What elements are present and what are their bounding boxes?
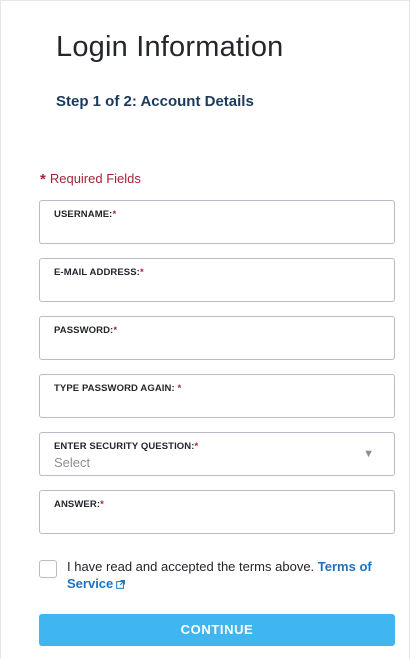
- required-star: *: [40, 171, 46, 188]
- password-input[interactable]: [53, 337, 373, 355]
- form-panel: Login Information Step 1 of 2: Account D…: [0, 0, 410, 659]
- email-input[interactable]: [53, 279, 373, 297]
- external-link-icon: [116, 580, 126, 589]
- required-fields-note: * Required Fields: [40, 171, 141, 188]
- username-input[interactable]: [53, 221, 373, 239]
- answer-label-text: ANSWER:: [54, 499, 101, 510]
- step-indicator: Step 1 of 2: Account Details: [56, 93, 254, 110]
- email-field[interactable]: E-MAIL ADDRESS:*: [39, 258, 395, 302]
- username-label: USERNAME:*: [54, 209, 116, 220]
- password-label-text: PASSWORD:: [54, 325, 114, 336]
- terms-checkbox[interactable]: [39, 560, 57, 578]
- confirm-password-label: TYPE PASSWORD AGAIN: *: [54, 383, 181, 394]
- confirm-password-label-text: TYPE PASSWORD AGAIN:: [54, 383, 178, 394]
- continue-button[interactable]: CONTINUE: [39, 614, 395, 646]
- security-question-select[interactable]: ENTER SECURITY QUESTION:* Select ▼: [39, 432, 395, 476]
- answer-field[interactable]: ANSWER:*: [39, 490, 395, 534]
- required-marker: *: [139, 267, 144, 278]
- security-question-label: ENTER SECURITY QUESTION:*: [54, 441, 198, 452]
- required-marker: *: [112, 209, 117, 220]
- email-label-text: E-MAIL ADDRESS:: [54, 267, 140, 278]
- security-question-value: Select: [54, 455, 91, 470]
- email-label: E-MAIL ADDRESS:*: [54, 267, 144, 278]
- required-fields-label: Required Fields: [49, 171, 141, 186]
- answer-input[interactable]: [53, 511, 373, 529]
- password-field[interactable]: PASSWORD:*: [39, 316, 395, 360]
- terms-text: I have read and accepted the terms above…: [67, 558, 397, 592]
- chevron-down-icon[interactable]: ▼: [363, 448, 374, 460]
- required-marker: *: [113, 325, 118, 336]
- required-marker: *: [177, 383, 182, 394]
- page-title: Login Information: [56, 31, 284, 63]
- username-field[interactable]: USERNAME:*: [39, 200, 395, 244]
- terms-statement: I have read and accepted the terms above…: [67, 559, 315, 574]
- required-marker: *: [100, 499, 104, 510]
- confirm-password-field[interactable]: TYPE PASSWORD AGAIN: *: [39, 374, 395, 418]
- required-marker: *: [194, 441, 199, 452]
- username-label-text: USERNAME:: [54, 209, 113, 220]
- confirm-password-input[interactable]: [53, 395, 373, 413]
- answer-label: ANSWER:*: [54, 499, 104, 510]
- security-question-label-text: ENTER SECURITY QUESTION:: [54, 441, 195, 452]
- password-label: PASSWORD:*: [54, 325, 117, 336]
